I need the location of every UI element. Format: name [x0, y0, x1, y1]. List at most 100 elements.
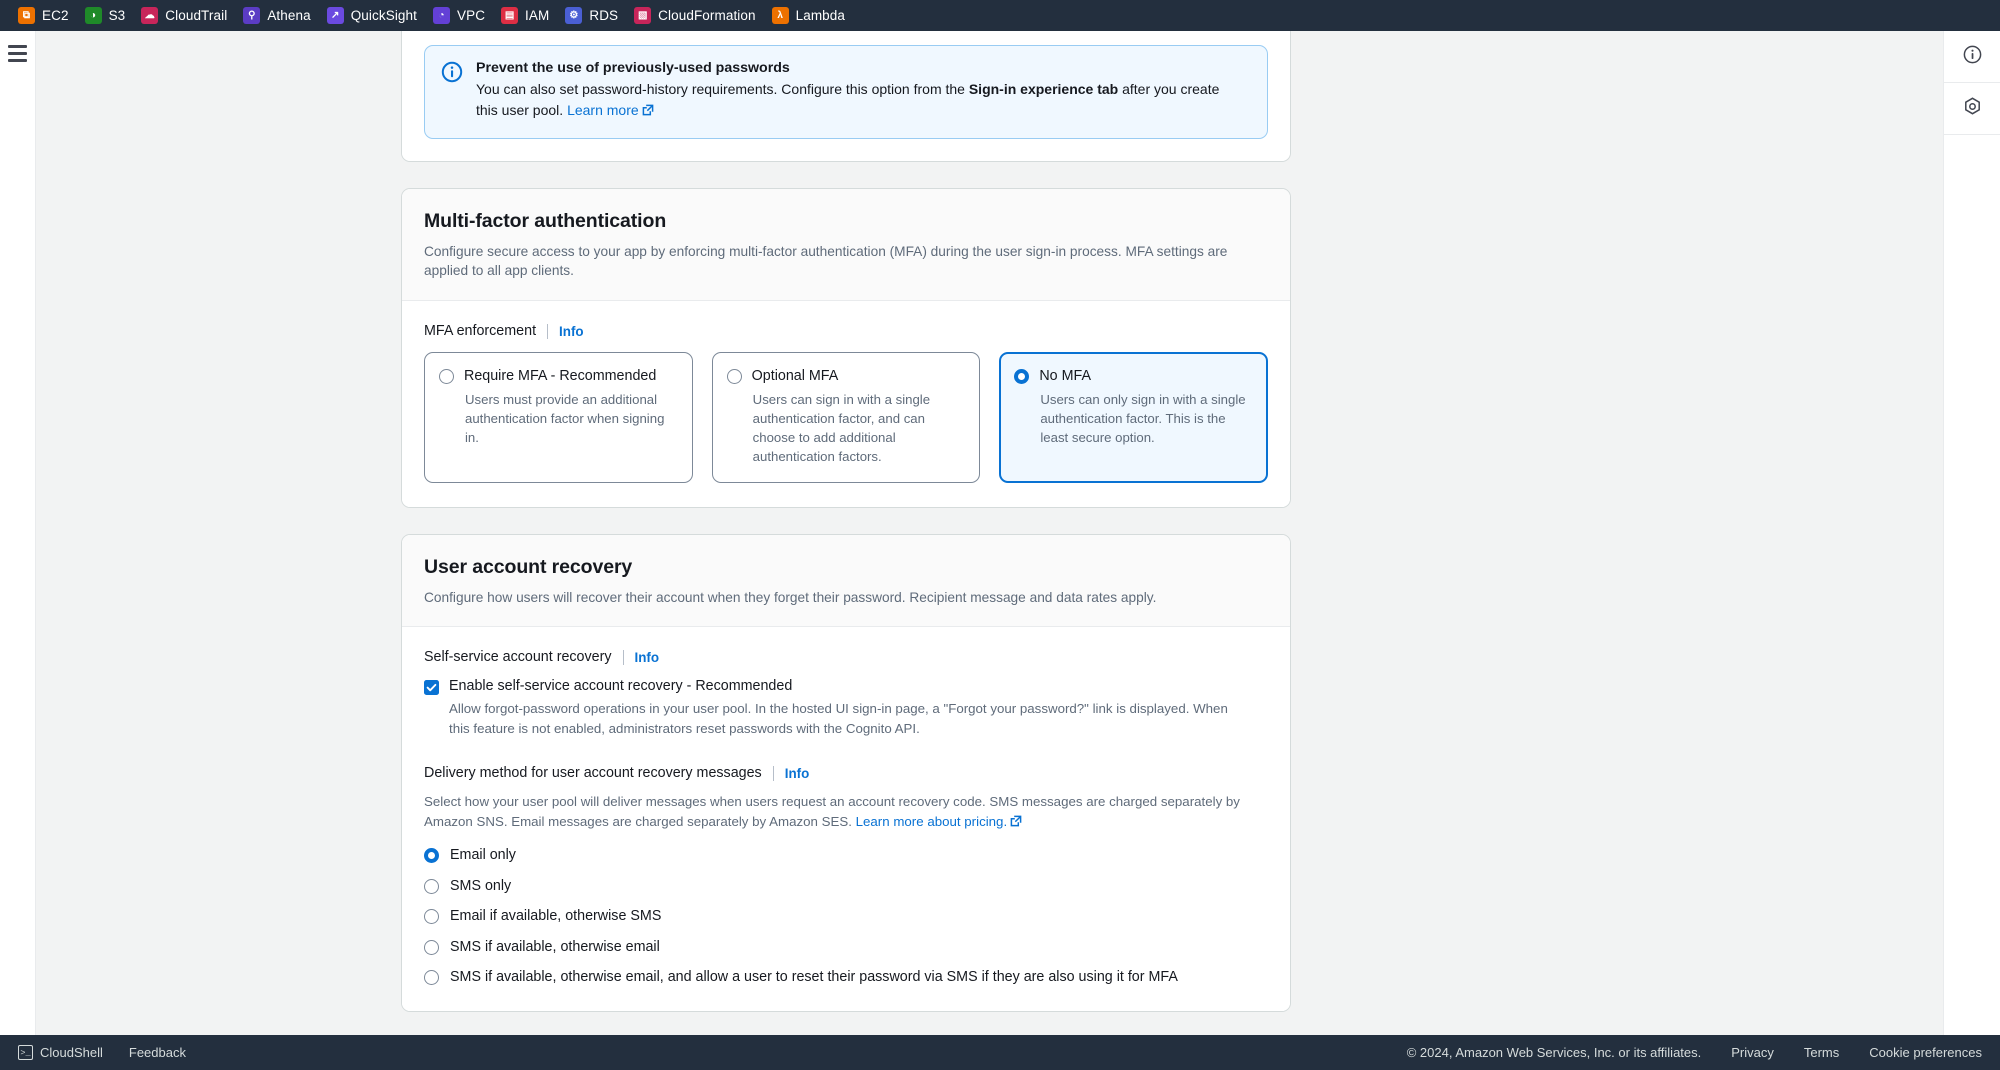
mfa-option-label: Require MFA - Recommended — [464, 368, 657, 385]
tile-body: Users can only sign in with a single aut… — [1040, 390, 1252, 447]
delivery-option-row[interactable]: SMS if available, otherwise email, and a… — [424, 968, 1268, 987]
gear-hexagon-icon — [1963, 96, 1982, 121]
mfa-option-label: Optional MFA — [751, 368, 839, 385]
cookie-preferences-link[interactable]: Cookie preferences — [1869, 1045, 1982, 1060]
label-divider — [622, 649, 624, 665]
self-service-info-link[interactable]: Info — [635, 650, 660, 665]
delivery-option-row[interactable]: Email only — [424, 846, 1268, 865]
delivery-option-row[interactable]: Email if available, otherwise SMS — [424, 907, 1268, 926]
user-account-recovery-card: User account recovery Configure how user… — [401, 533, 1291, 1013]
quicksight-icon: ↗ — [326, 7, 344, 24]
bookmark-iam[interactable]: ▤ IAM — [497, 5, 558, 26]
label-divider — [547, 323, 549, 339]
terms-link[interactable]: Terms — [1804, 1045, 1839, 1060]
tile-header: Require MFA - Recommended — [439, 367, 677, 387]
mfa-title: Multi-factor authentication — [424, 209, 667, 232]
radio-glyph — [424, 939, 439, 955]
mfa-enforcement-label-row: MFA enforcement Info — [424, 323, 1268, 339]
enable-self-service-recovery-checkbox[interactable]: Enable self-service account recovery - R… — [424, 678, 1268, 696]
alert-text-bold: Sign-in experience tab — [968, 81, 1119, 97]
radio-glyph — [424, 970, 439, 986]
wizard-column: Prevent the use of previously-used passw… — [401, 31, 1295, 1035]
bookmark-label: Lambda — [795, 8, 846, 23]
multi-factor-authentication-card: Multi-factor authentication Configure se… — [401, 187, 1291, 508]
radio-glyph — [726, 369, 742, 385]
bookmark-cloudtrail[interactable]: ☁ CloudTrail — [137, 5, 236, 26]
learn-more-link[interactable]: Learn more — [567, 102, 639, 118]
mfa-card-body: MFA enforcement Info Require MFA - Recom… — [402, 301, 1290, 507]
info-alert: Prevent the use of previously-used passw… — [424, 45, 1268, 139]
recovery-title: User account recovery — [424, 555, 633, 578]
delivery-option-row[interactable]: SMS if available, otherwise email — [424, 938, 1268, 957]
mfa-option-tile[interactable]: Require MFA - Recommended Users must prov… — [424, 352, 693, 483]
bookmark-label: CloudTrail — [165, 8, 228, 23]
mfa-info-link[interactable]: Info — [559, 324, 584, 339]
bookmark-lambda[interactable]: λ Lambda — [768, 5, 854, 26]
delivery-label-row: Delivery method for user account recover… — [424, 765, 1268, 781]
mfa-option-description: Users can sign in with a single authenti… — [752, 391, 931, 465]
hamburger-line — [8, 58, 27, 62]
bookmark-label: CloudFormation — [658, 8, 756, 23]
feedback-button[interactable]: Feedback — [129, 1045, 186, 1060]
self-service-checkbox-description: Allow forgot-password operations in your… — [449, 701, 1228, 737]
tile-body: Users must provide an additional authent… — [465, 390, 677, 447]
bookmark-athena[interactable]: ⚲ Athena — [239, 5, 319, 26]
right-tools-rail — [1943, 31, 2000, 1035]
mfa-description: Configure secure access to your app by e… — [424, 243, 1228, 279]
hamburger-line — [8, 51, 27, 55]
cloudtrail-icon: ☁ — [141, 7, 159, 24]
delivery-option-label: SMS if available, otherwise email, and a… — [450, 969, 1178, 986]
console-footer-bar: >_ CloudShell Feedback © 2024, Amazon We… — [0, 1035, 2000, 1070]
copyright-text: © 2024, Amazon Web Services, Inc. or its… — [1406, 1045, 1702, 1060]
cloudshell-icon: >_ — [18, 1045, 33, 1060]
bookmark-cloudformation[interactable]: ▧ CloudFormation — [630, 5, 764, 26]
footer-left-group: >_ CloudShell Feedback — [18, 1045, 186, 1060]
checkbox-glyph — [424, 680, 439, 696]
pricing-link[interactable]: Learn more about pricing. — [856, 814, 1008, 829]
delivery-option-label: SMS if available, otherwise email — [450, 938, 660, 955]
bookmark-label: RDS — [589, 8, 619, 23]
delivery-info-link[interactable]: Info — [785, 766, 810, 781]
alert-content: Prevent the use of previously-used passw… — [476, 60, 1236, 123]
info-circle-icon — [1963, 45, 1982, 69]
delivery-option-row[interactable]: SMS only — [424, 877, 1268, 896]
recovery-card-body: Self-service account recovery Info Enabl… — [402, 627, 1290, 1012]
info-panel-button[interactable] — [1944, 31, 2000, 83]
delivery-method-block: Delivery method for user account recover… — [424, 765, 1268, 987]
s3-icon: ◑ — [84, 7, 102, 24]
bookmark-label: QuickSight — [350, 8, 417, 23]
password-policy-card: Prevent the use of previously-used passw… — [401, 31, 1291, 162]
alert-text: You can also set password-history requir… — [476, 79, 1236, 123]
bookmark-vpc[interactable]: ◔ VPC — [429, 5, 494, 26]
delivery-option-label: SMS only — [450, 877, 512, 894]
ec2-icon: ⧉ — [18, 7, 35, 24]
checkbox-label: Enable self-service account recovery - R… — [449, 678, 793, 695]
hamburger-line — [8, 45, 27, 48]
settings-panel-button[interactable] — [1944, 83, 2000, 135]
footer-right-group: © 2024, Amazon Web Services, Inc. or its… — [1407, 1045, 1982, 1060]
privacy-link[interactable]: Privacy — [1731, 1045, 1774, 1060]
radio-glyph — [424, 848, 439, 864]
mfa-option-label: No MFA — [1039, 368, 1091, 385]
mfa-option-tile[interactable]: Optional MFA Users can sign in with a sin… — [711, 352, 981, 483]
menu-toggle-button[interactable] — [8, 45, 27, 66]
bookmark-ec2[interactable]: ⧉ EC2 — [14, 5, 78, 26]
external-link-icon — [642, 101, 654, 122]
bookmark-label: Athena — [267, 8, 311, 23]
bookmark-rds[interactable]: ⚙ RDS — [561, 5, 627, 26]
lambda-icon: λ — [771, 7, 789, 24]
mfa-enforcement-label: MFA enforcement — [424, 323, 537, 340]
wizard-content-area: Prevent the use of previously-used passw… — [36, 31, 1943, 1035]
bookmark-s3[interactable]: ◑ S3 — [81, 5, 135, 26]
vpc-icon: ◔ — [432, 7, 450, 24]
alert-title: Prevent the use of previously-used passw… — [476, 60, 790, 76]
bookmark-label: S3 — [108, 8, 126, 23]
self-service-label-row: Self-service account recovery Info — [424, 649, 1268, 665]
cloudshell-button[interactable]: >_ CloudShell — [18, 1045, 103, 1060]
mfa-option-tile[interactable]: No MFA Users can only sign in with a sing… — [999, 352, 1269, 483]
external-link-icon — [1010, 813, 1022, 833]
delivery-method-description: Select how your user pool will deliver m… — [424, 792, 1254, 833]
bookmark-quicksight[interactable]: ↗ QuickSight — [323, 5, 426, 26]
cloudshell-label: CloudShell — [40, 1045, 103, 1060]
delivery-method-radio-list: Email only SMS only Email if available, ot… — [424, 846, 1268, 987]
